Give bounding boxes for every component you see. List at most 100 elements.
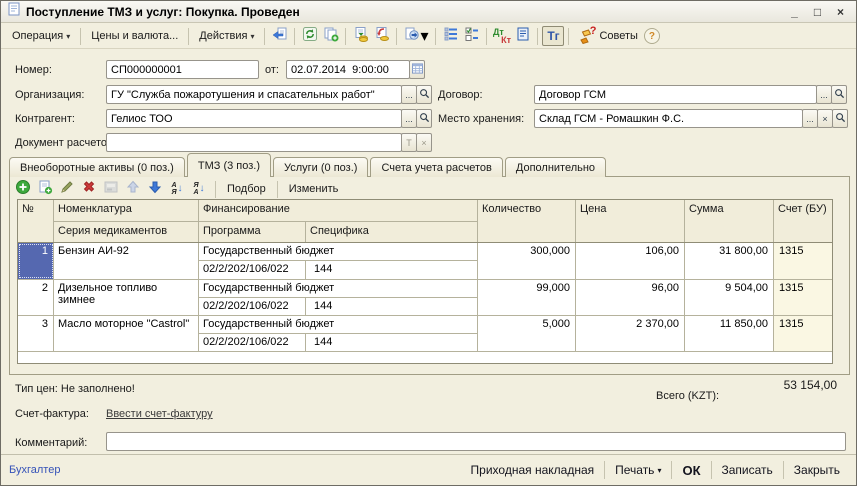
storage-clear-button[interactable]: × [817,109,833,128]
price-cell[interactable]: 2 370,00 [576,316,685,351]
help-icon[interactable]: ? [644,28,660,44]
financing-cell[interactable]: Государственный бюджет [199,316,477,334]
financing-cell[interactable]: Государственный бюджет [199,243,477,261]
maximize-button[interactable]: □ [808,4,827,20]
counterparty-open-button[interactable] [416,109,432,128]
organization-open-button[interactable] [416,85,432,104]
row-settings-button[interactable] [440,26,461,46]
row-number-cell[interactable]: 3 [18,316,54,351]
storage-open-button[interactable] [832,109,848,128]
specifics-cell[interactable]: 144 [306,261,477,279]
footer-separator [604,461,605,479]
financing-cell[interactable]: Государственный бюджет [199,280,477,298]
toolbar-separator [537,28,538,45]
sort-az-icon: АЯ↓ [171,182,182,196]
minimize-button[interactable]: _ [785,4,804,20]
settlement-doc-input[interactable] [106,133,402,152]
date-input[interactable] [286,60,410,79]
list-setup-button[interactable] [461,26,482,46]
document-structure-button[interactable] [512,26,533,46]
settlement-doc-type-button[interactable]: Т [401,133,417,152]
table-row[interactable]: 2 Дизельное топливо зимнее Государственн… [18,280,832,316]
actions-menu-button[interactable]: Действия▾ [193,28,260,44]
nomenclature-cell[interactable]: Масло моторное "Castrol" [54,316,199,351]
sum-cell[interactable]: 9 504,00 [685,280,774,315]
account-cell[interactable]: 1315 [774,243,832,279]
tab-tmz[interactable]: ТМЗ (3 поз.) [187,153,271,177]
specifics-cell[interactable]: 144 [306,298,477,315]
counterparty-select-button[interactable]: ... [401,109,417,128]
table-row[interactable]: 1 Бензин АИ-92 Государственный бюджет 02… [18,243,832,280]
storage-select-button[interactable]: ... [802,109,818,128]
col-header-series: Серия медикаментов [54,222,198,242]
goto-button[interactable]: ▾ [401,26,431,46]
row-number-cell[interactable]: 2 [18,280,54,315]
settlement-doc-clear-button[interactable]: × [416,133,432,152]
end-edit-button[interactable] [101,179,121,199]
tab-settlement-accounts[interactable]: Счета учета расчетов [370,157,502,177]
add-row-button[interactable] [13,179,33,199]
close-button[interactable]: × [831,4,850,20]
sum-cell[interactable]: 31 800,00 [685,243,774,279]
contract-select-button[interactable]: ... [816,85,832,104]
specifics-cell[interactable]: 144 [306,334,477,351]
change-button[interactable]: Изменить [284,181,344,197]
delete-row-button[interactable] [79,179,99,199]
quantity-cell[interactable]: 99,000 [478,280,576,315]
post-document-button[interactable] [350,26,371,46]
account-cell[interactable]: 1315 [774,316,832,351]
calendar-button[interactable] [409,60,425,79]
program-cell[interactable]: 02/2/202/106/022 [199,261,306,279]
print-button[interactable]: Печать▾ [607,460,669,480]
quantity-cell[interactable]: 5,000 [478,316,576,351]
toolbar-separator [345,28,346,45]
row-number-cell[interactable]: 1 [18,243,54,279]
copy-button[interactable] [320,26,341,46]
account-cell[interactable]: 1315 [774,280,832,315]
col-header-program: Программа [199,222,306,242]
col-header-sum: Сумма [685,200,774,242]
copy-row-button[interactable] [35,179,55,199]
tab-additional[interactable]: Дополнительно [505,157,606,177]
enter-invoice-link[interactable]: Ввести счет-фактуру [106,408,213,420]
ok-button[interactable]: ОК [674,460,708,481]
counterparty-input[interactable] [106,109,402,128]
organization-input[interactable] [106,85,402,104]
contract-open-button[interactable] [831,85,847,104]
tips-button[interactable]: ? Советы [573,26,643,46]
move-down-button[interactable] [145,179,165,199]
move-up-button[interactable] [123,179,143,199]
reread-button[interactable] [269,26,290,46]
refresh-button[interactable] [299,26,320,46]
sum-cell[interactable]: 11 850,00 [685,316,774,351]
prices-currency-button[interactable]: Цены и валюта... [85,28,184,44]
price-cell[interactable]: 106,00 [576,243,685,279]
organization-select-button[interactable]: ... [401,85,417,104]
save-button[interactable]: Записать [714,460,781,480]
pick-button[interactable]: Подбор [222,181,271,197]
edit-row-button[interactable] [57,179,77,199]
number-input[interactable] [106,60,259,79]
quantity-cell[interactable]: 300,000 [478,243,576,279]
nomenclature-cell[interactable]: Дизельное топливо зимнее [54,280,199,315]
magnifier-icon [419,112,430,125]
dtkt-button[interactable]: ДтКт [491,26,512,46]
storage-input[interactable] [534,109,803,128]
counterparty-label: Контрагент: [15,113,75,125]
nomenclature-cell[interactable]: Бензин АИ-92 [54,243,199,279]
tab-services[interactable]: Услуги (0 поз.) [273,157,368,177]
sort-descending-button[interactable]: ЯА↓ [189,179,209,199]
close-form-button[interactable]: Закрыть [786,460,848,480]
price-cell[interactable]: 96,00 [576,280,685,315]
program-cell[interactable]: 02/2/202/106/022 [199,298,306,315]
unpost-document-button[interactable] [371,26,392,46]
comment-input[interactable] [106,432,846,451]
contract-input[interactable] [534,85,817,104]
sort-ascending-button[interactable]: АЯ↓ [167,179,187,199]
operation-menu-button[interactable]: Операция▾ [6,28,76,44]
program-cell[interactable]: 02/2/202/106/022 [199,334,306,351]
tab-fixed-assets[interactable]: Внеоборотные активы (0 поз.) [9,157,185,177]
receipt-note-button[interactable]: Приходная накладная [463,460,603,480]
table-row[interactable]: 3 Масло моторное "Castrol" Государственн… [18,316,832,352]
tenge-button[interactable]: Тг [542,26,564,46]
